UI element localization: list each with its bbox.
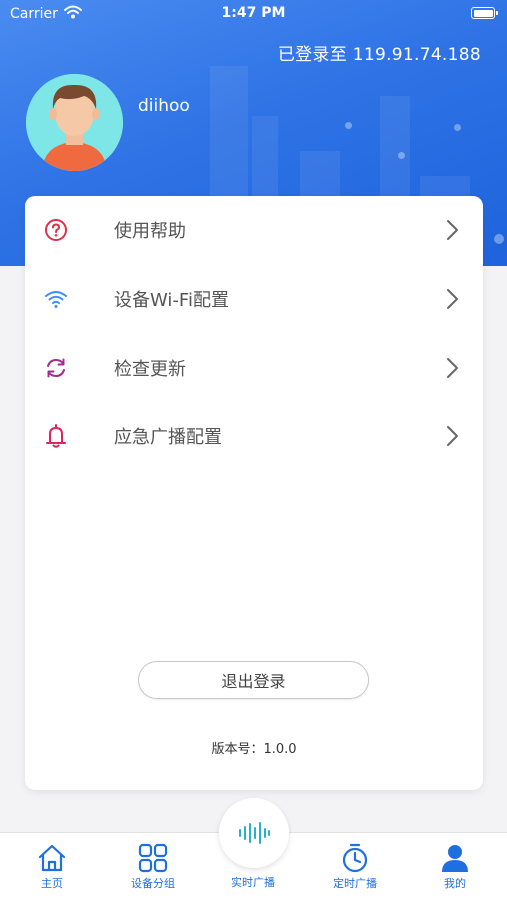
avatar[interactable] [26, 74, 123, 171]
tab-label-device-group: 设备分组 [131, 877, 175, 890]
menu-label-check-update: 检查更新 [114, 359, 186, 380]
refresh-icon [43, 355, 69, 381]
chevron-right-icon [445, 219, 459, 241]
home-icon [38, 844, 66, 872]
chevron-right-icon [445, 288, 459, 310]
login-info: 已登录至 119.91.74.188 [277, 45, 481, 65]
tab-mine[interactable]: 我的 [405, 833, 505, 900]
menu-item-emergency-broadcast[interactable]: 应急广播配置 [25, 408, 483, 464]
tab-scheduled-broadcast[interactable]: 定时广播 [305, 833, 405, 900]
tab-label-home: 主页 [41, 877, 63, 890]
alarm-bell-icon [43, 423, 69, 449]
menu-label-emergency-broadcast: 应急广播配置 [114, 427, 222, 448]
menu-item-help[interactable]: 使用帮助 [25, 202, 483, 258]
chevron-right-icon [445, 425, 459, 447]
tab-label-scheduled-broadcast: 定时广播 [333, 877, 377, 890]
status-bar: Carrier 1:47 PM [0, 0, 507, 28]
tab-label-realtime-broadcast: 实时广播 [231, 876, 275, 889]
settings-card: 使用帮助 设备Wi-Fi配置 检查更新 应急广播配置 退出登录 版本号：1.0.… [25, 196, 483, 790]
version-label: 版本号：1.0.0 [211, 742, 297, 757]
menu-label-wifi-config: 设备Wi-Fi配置 [114, 290, 229, 311]
user-icon [442, 845, 468, 872]
tab-label-mine: 我的 [444, 877, 466, 890]
tab-device-group[interactable]: 设备分组 [103, 833, 203, 900]
username: diihoo [138, 96, 190, 116]
timer-icon [342, 843, 368, 873]
audio-wave-icon [239, 822, 270, 844]
user-avatar-icon [26, 74, 123, 171]
wifi-icon [43, 286, 69, 312]
menu-item-wifi-config[interactable]: 设备Wi-Fi配置 [25, 271, 483, 327]
help-circle-icon [43, 217, 69, 243]
status-time: 1:47 PM [221, 5, 286, 21]
realtime-broadcast-button[interactable] [219, 798, 289, 868]
logout-button[interactable]: 退出登录 [138, 661, 369, 699]
menu-label-help: 使用帮助 [114, 221, 186, 242]
grid-icon [138, 843, 168, 873]
battery-icon [471, 7, 498, 19]
menu-item-check-update[interactable]: 检查更新 [25, 340, 483, 396]
tab-home[interactable]: 主页 [2, 833, 102, 900]
chevron-right-icon [445, 357, 459, 379]
